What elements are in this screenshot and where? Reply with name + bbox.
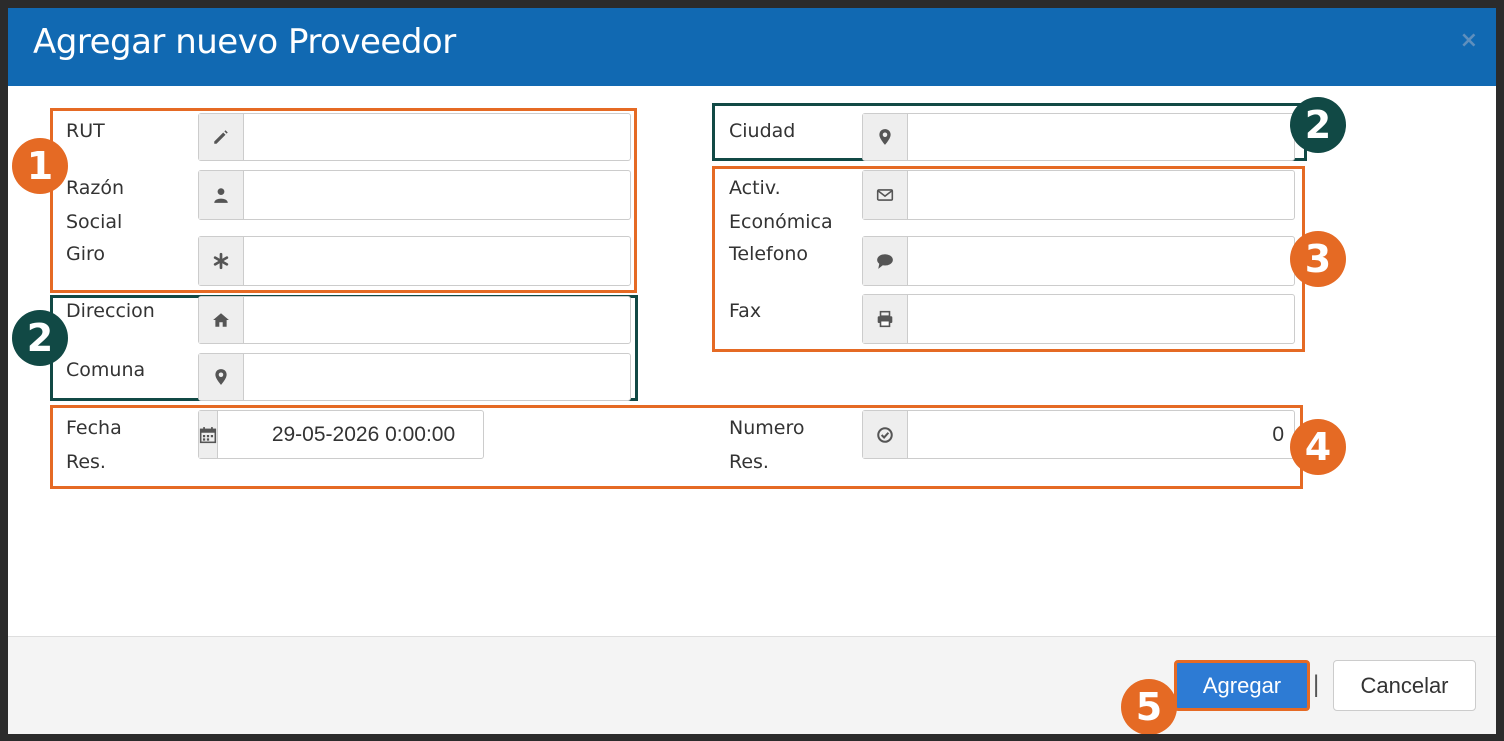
direccion-input[interactable] (244, 297, 630, 343)
annotation-badge-3: 3 (1290, 231, 1346, 287)
button-separator: | (1313, 671, 1320, 698)
razon-social-input[interactable] (244, 171, 630, 219)
envelope-icon (863, 171, 908, 219)
rut-label: RUT (66, 120, 105, 142)
giro-input-group (198, 236, 631, 286)
numero-res-label: Numero Res. (729, 411, 804, 479)
numero-res-input-group (862, 410, 1295, 459)
comment-icon (863, 237, 908, 285)
comuna-input-group (198, 353, 631, 401)
rut-input-group (198, 113, 631, 161)
telefono-input[interactable] (908, 237, 1294, 285)
map-marker-icon (199, 354, 244, 400)
razon-social-label-line1: Razón (66, 177, 125, 199)
dialog-footer: Agregar | Cancelar (8, 636, 1496, 734)
user-icon (199, 171, 244, 219)
annotation-badge-5: 5 (1121, 679, 1177, 734)
fax-label: Fax (729, 300, 762, 322)
asterisk-icon (199, 237, 244, 285)
fax-input[interactable] (908, 295, 1294, 343)
telefono-label: Telefono (729, 243, 809, 265)
comuna-input[interactable] (244, 354, 630, 400)
giro-input[interactable] (244, 237, 630, 285)
ciudad-label: Ciudad (729, 120, 796, 142)
giro-label: Giro (66, 243, 106, 265)
fecha-res-label-line2: Res. (66, 451, 106, 473)
annotation-badge-1: 1 (12, 138, 68, 194)
dialog-title: Agregar nuevo Proveedor (33, 22, 456, 62)
calendar-icon (199, 411, 218, 458)
actividad-label-line2: Económica (729, 211, 833, 233)
comuna-label: Comuna (66, 359, 146, 381)
razon-social-input-group (198, 170, 631, 220)
direccion-input-group (198, 296, 631, 344)
fecha-res-label: Fecha Res. (66, 411, 122, 479)
pencil-icon (199, 114, 244, 160)
add-button[interactable]: Agregar (1174, 660, 1310, 711)
map-marker-icon (863, 114, 908, 160)
direccion-label: Direccion (66, 300, 155, 322)
numero-res-label-line2: Res. (729, 451, 769, 473)
ciudad-input-group (862, 113, 1295, 161)
ciudad-input[interactable] (908, 114, 1294, 160)
print-icon (863, 295, 908, 343)
razon-social-label: Razón Social (66, 171, 124, 239)
razon-social-label-line2: Social (66, 211, 123, 233)
cancel-button[interactable]: Cancelar (1333, 660, 1476, 711)
close-icon[interactable]: × (1460, 28, 1478, 53)
dialog-header: Agregar nuevo Proveedor × (8, 8, 1496, 86)
annotation-badge-2-left: 2 (12, 310, 68, 366)
telefono-input-group (862, 236, 1295, 286)
fecha-res-label-line1: Fecha (66, 417, 122, 439)
fecha-res-input[interactable] (218, 411, 509, 458)
rut-input[interactable] (244, 114, 630, 160)
numero-res-label-line1: Numero (729, 417, 805, 439)
annotation-badge-4: 4 (1290, 419, 1346, 475)
actividad-label-line1: Activ. (729, 177, 781, 199)
home-icon (199, 297, 244, 343)
check-circle-icon (863, 411, 908, 458)
actividad-label: Activ. Económica (729, 171, 833, 239)
annotation-badge-2-right: 2 (1290, 97, 1346, 153)
add-provider-dialog: Agregar nuevo Proveedor × RUT Razón Soci… (8, 8, 1496, 734)
actividad-input-group (862, 170, 1295, 220)
actividad-input[interactable] (908, 171, 1294, 219)
fax-input-group (862, 294, 1295, 344)
fecha-res-input-group (198, 410, 509, 459)
numero-res-input[interactable] (908, 411, 1294, 458)
